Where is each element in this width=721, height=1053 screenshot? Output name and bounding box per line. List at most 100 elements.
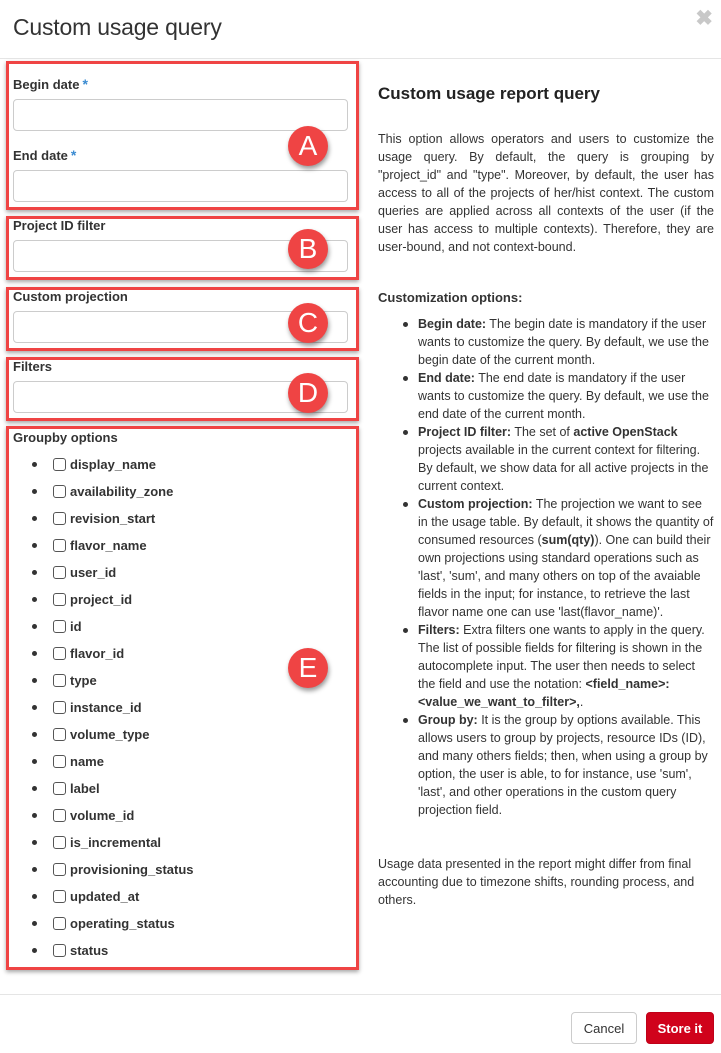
groupby-option-label: revision_start xyxy=(70,511,156,526)
modal-title: Custom usage query xyxy=(13,14,222,40)
help-item-project-id-filter: Project ID filter: The set of active Ope… xyxy=(400,423,714,495)
modal-footer: Cancel Store it xyxy=(0,994,721,1053)
bullet-icon xyxy=(32,516,37,521)
groupby-option: updated_at xyxy=(32,883,194,910)
groupby-option: instance_id xyxy=(32,694,194,721)
groupby-checkbox-operating-status[interactable] xyxy=(53,917,66,930)
bullet-icon xyxy=(32,840,37,845)
groupby-checkbox-flavor-name[interactable] xyxy=(53,539,66,552)
end-date-input[interactable] xyxy=(13,170,348,202)
groupby-option-label: user_id xyxy=(70,565,117,580)
help-title: Custom usage report query xyxy=(378,84,600,103)
groupby-option: user_id xyxy=(32,559,194,586)
help-text: The set of xyxy=(511,425,574,439)
groupby-option-label: availability_zone xyxy=(70,484,174,499)
groupby-option: display_name xyxy=(32,451,194,478)
bullet-icon xyxy=(32,705,37,710)
groupby-checkbox-updated-at[interactable] xyxy=(53,890,66,903)
end-date-label: End date * xyxy=(13,147,76,163)
groupby-checkbox-type[interactable] xyxy=(53,674,66,687)
groupby-checkbox-project-id[interactable] xyxy=(53,593,66,606)
groupby-option: revision_start xyxy=(32,505,194,532)
groupby-option-label: operating_status xyxy=(70,916,175,931)
groupby-option-label: flavor_name xyxy=(70,538,147,553)
groupby-option-label: flavor_id xyxy=(70,646,125,661)
groupby-checkbox-provisioning-status[interactable] xyxy=(53,863,66,876)
project-id-filter-label: Project ID filter xyxy=(13,218,106,233)
groupby-option: provisioning_status xyxy=(32,856,194,883)
groupby-checkbox-volume-type[interactable] xyxy=(53,728,66,741)
groupby-option: label xyxy=(32,775,194,802)
groupby-label: Groupby options xyxy=(13,430,118,445)
bullet-icon xyxy=(32,462,37,467)
bullet-icon xyxy=(32,732,37,737)
groupby-checkbox-display-name[interactable] xyxy=(53,458,66,471)
help-item-end-date: End date: The end date is mandatory if t… xyxy=(400,369,714,423)
annotation-badge-b: B xyxy=(288,229,328,269)
groupby-option: volume_id xyxy=(32,802,194,829)
help-text: It is the group by options available. Th… xyxy=(418,713,708,817)
bullet-icon xyxy=(32,543,37,548)
groupby-checkbox-is-incremental[interactable] xyxy=(53,836,66,849)
begin-date-label: Begin date * xyxy=(13,76,88,92)
help-item-custom-projection: Custom projection: The projection we wan… xyxy=(400,495,714,621)
groupby-option: id xyxy=(32,613,194,640)
bullet-icon xyxy=(32,624,37,629)
bullet-icon xyxy=(32,948,37,953)
modal-header: Custom usage query ✖ xyxy=(0,0,721,59)
groupby-option: project_id xyxy=(32,586,194,613)
store-button[interactable]: Store it xyxy=(646,1012,714,1044)
groupby-option: name xyxy=(32,748,194,775)
close-icon[interactable]: ✖ xyxy=(695,8,713,29)
annotation-badge-e: E xyxy=(288,648,328,688)
help-bold: sum(qty) xyxy=(541,533,595,547)
end-date-label-text: End date xyxy=(13,148,68,163)
help-footer-note: Usage data presented in the report might… xyxy=(378,857,695,907)
groupby-option: volume_type xyxy=(32,721,194,748)
bullet-icon xyxy=(32,759,37,764)
bullet-icon xyxy=(32,867,37,872)
help-item-group-by: Group by: It is the group by options ava… xyxy=(400,711,714,819)
help-text: . xyxy=(579,695,584,709)
groupby-checkbox-name[interactable] xyxy=(53,755,66,768)
help-term: Group by: xyxy=(418,713,478,727)
groupby-checkbox-volume-id[interactable] xyxy=(53,809,66,822)
groupby-option-label: volume_id xyxy=(70,808,135,823)
groupby-option-label: name xyxy=(70,754,104,769)
groupby-option: type xyxy=(32,667,194,694)
groupby-option-label: label xyxy=(70,781,100,796)
annotation-badge-a: A xyxy=(288,126,328,166)
groupby-option-label: updated_at xyxy=(70,889,140,904)
groupby-option: availability_zone xyxy=(32,478,194,505)
groupby-option-label: id xyxy=(70,619,82,634)
help-item-filters: Filters: Extra filters one wants to appl… xyxy=(400,621,714,711)
groupby-option: flavor_name xyxy=(32,532,194,559)
help-subtitle: Customization options: xyxy=(378,290,523,305)
groupby-checkbox-flavor-id[interactable] xyxy=(53,647,66,660)
bullet-icon xyxy=(32,570,37,575)
filters-label: Filters xyxy=(13,359,53,374)
groupby-checkbox-availability-zone[interactable] xyxy=(53,485,66,498)
help-term: Custom projection: xyxy=(418,497,533,511)
groupby-checkbox-id[interactable] xyxy=(53,620,66,633)
bullet-icon xyxy=(32,921,37,926)
groupby-checkbox-instance-id[interactable] xyxy=(53,701,66,714)
help-text: projects available in the current contex… xyxy=(418,443,709,493)
required-asterisk: * xyxy=(82,76,88,92)
groupby-option-label: volume_type xyxy=(70,727,150,742)
annotation-badge-d: D xyxy=(288,373,328,413)
bullet-icon xyxy=(32,489,37,494)
help-term: Begin date: xyxy=(418,317,487,331)
bullet-icon xyxy=(32,894,37,899)
groupby-checkbox-status[interactable] xyxy=(53,944,66,957)
begin-date-input[interactable] xyxy=(13,99,348,131)
custom-projection-label: Custom projection xyxy=(13,289,128,304)
groupby-checkbox-user-id[interactable] xyxy=(53,566,66,579)
groupby-option-label: display_name xyxy=(70,457,156,472)
bullet-icon xyxy=(32,786,37,791)
bullet-icon xyxy=(32,813,37,818)
groupby-checkbox-revision-start[interactable] xyxy=(53,512,66,525)
groupby-checkbox-label[interactable] xyxy=(53,782,66,795)
groupby-option: operating_status xyxy=(32,910,194,937)
cancel-button[interactable]: Cancel xyxy=(571,1012,637,1044)
